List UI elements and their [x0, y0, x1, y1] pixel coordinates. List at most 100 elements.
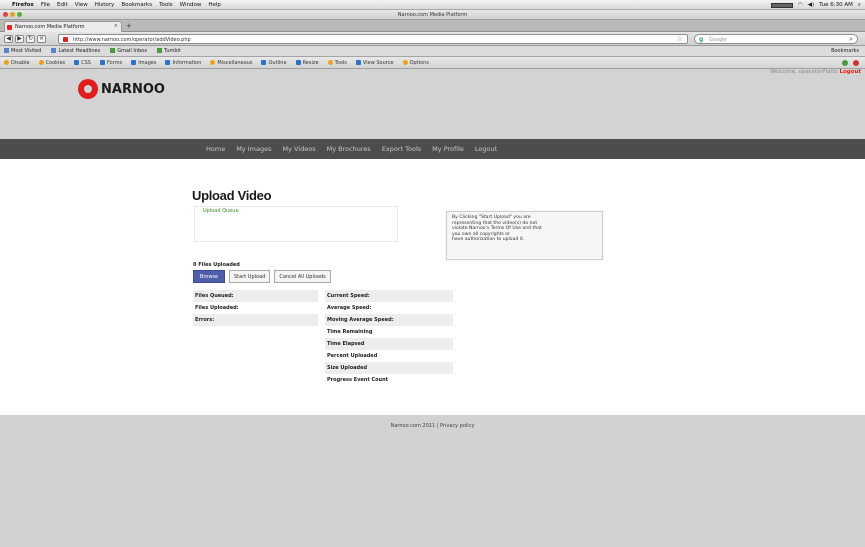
- window-titlebar: Narnoo.com Media Platform: [0, 10, 865, 20]
- stat-moving-average-speed: Moving Average Speed:: [325, 314, 453, 326]
- welcome-text: Welcome, operatorPlatts: [770, 69, 838, 75]
- status-error-icon[interactable]: [853, 59, 859, 66]
- bookmark-latest-headlines[interactable]: Latest Headlines: [51, 48, 100, 54]
- volume-icon[interactable]: ◀): [808, 2, 814, 8]
- window-title: Narnoo.com Media Platform: [397, 12, 468, 18]
- narnoo-logo[interactable]: NARNOO: [78, 79, 165, 99]
- footer-text: Narnoo.com 2011 | Privacy policy: [390, 423, 475, 429]
- favicon-icon: [7, 25, 12, 30]
- nav-my-videos[interactable]: My Videos: [282, 145, 315, 153]
- devtool-forms[interactable]: Forms: [100, 60, 122, 66]
- mac-menubar: Firefox File Edit View History Bookmarks…: [0, 0, 865, 10]
- devtool-css[interactable]: CSS: [74, 60, 91, 66]
- header-logout-link[interactable]: Logout: [839, 69, 861, 75]
- devtool-view-source[interactable]: View Source: [356, 60, 394, 66]
- cancel-all-uploads-button[interactable]: Cancel All Uploads: [274, 270, 331, 283]
- upload-stats-left: Files Queued: Files Uploaded: Errors:: [193, 290, 318, 326]
- bookmark-star-icon[interactable]: ☆: [677, 35, 683, 43]
- navigation-toolbar: ◀ ▶ ↻ × http://www.narnoo.com/operator/a…: [0, 32, 865, 46]
- site-header: NARNOO: [0, 69, 865, 139]
- upload-button-row: Browse Start Upload Cancel All Uploads: [193, 270, 331, 283]
- nav-my-brochures[interactable]: My Brochures: [327, 145, 371, 153]
- menu-edit[interactable]: Edit: [57, 2, 68, 8]
- bookmark-tumblr[interactable]: Tumblr: [157, 48, 181, 54]
- tab-strip: Narnoo.com Media Platform × +: [0, 20, 865, 32]
- browser-screenshot: Firefox File Edit View History Bookmarks…: [0, 0, 865, 547]
- upload-queue-panel: Upload Queue: [194, 206, 398, 242]
- menu-bookmarks[interactable]: Bookmarks: [121, 2, 152, 8]
- menu-file[interactable]: File: [41, 2, 50, 8]
- main-navigation: Home My Images My Videos My Brochures Ex…: [0, 139, 865, 159]
- bookmark-most-visited[interactable]: Most Visited: [4, 48, 41, 54]
- nav-export-tools[interactable]: Export Tools: [382, 145, 421, 153]
- menu-view[interactable]: View: [75, 2, 88, 8]
- battery-icon[interactable]: [770, 2, 793, 8]
- page-title: Upload Video: [192, 188, 272, 203]
- devtool-status: [842, 59, 859, 66]
- new-tab-icon[interactable]: +: [126, 22, 132, 30]
- terms-notice: By Clicking "Start Upload" you are repre…: [446, 211, 603, 260]
- stop-icon[interactable]: ×: [37, 35, 46, 43]
- tab-active[interactable]: Narnoo.com Media Platform ×: [4, 21, 122, 32]
- devtool-outline[interactable]: Outline: [261, 60, 286, 66]
- devtool-tools[interactable]: Tools: [328, 60, 347, 66]
- menu-history[interactable]: History: [95, 2, 115, 8]
- developer-toolbar: Disable Cookies CSS Forms Images Informa…: [0, 57, 865, 69]
- menu-help[interactable]: Help: [208, 2, 221, 8]
- files-uploaded-count: 0 Files Uploaded: [193, 262, 240, 268]
- devtool-information[interactable]: Information: [165, 60, 201, 66]
- menu-tools[interactable]: Tools: [159, 2, 173, 8]
- page-content: Upload Video Upload Queue By Clicking "S…: [0, 159, 865, 415]
- menu-firefox[interactable]: Firefox: [12, 2, 34, 8]
- menu-window[interactable]: Window: [180, 2, 202, 8]
- nav-my-images[interactable]: My Images: [236, 145, 271, 153]
- wifi-icon[interactable]: ◠: [798, 2, 803, 8]
- search-icon[interactable]: ⌕: [849, 35, 853, 44]
- bookmarks-menu-button[interactable]: Bookmarks: [831, 48, 859, 54]
- devtool-cookies[interactable]: Cookies: [39, 60, 66, 66]
- tab-label: Narnoo.com Media Platform: [15, 24, 85, 30]
- search-engine-icon[interactable]: g: [699, 36, 703, 43]
- stat-average-speed: Average Speed:: [327, 305, 372, 311]
- stat-size-uploaded: Size Uploaded: [325, 362, 453, 374]
- url-bar[interactable]: http://www.narnoo.com/operator/addVideo.…: [58, 34, 688, 44]
- narnoo-logo-icon: [78, 79, 98, 99]
- menubar-clock[interactable]: Tue 6:30 AM: [819, 2, 853, 8]
- upload-stats-right: Current Speed: Average Speed: Moving Ave…: [325, 290, 453, 386]
- stat-files-queued: Files Queued:: [193, 290, 318, 302]
- welcome-area: Welcome, operatorPlatts Logout: [770, 69, 861, 75]
- devtool-options[interactable]: Options: [403, 60, 429, 66]
- stat-errors: Errors:: [193, 314, 318, 326]
- site-identity-icon: [63, 37, 68, 42]
- stat-progress-event-count: Progress Event Count: [327, 377, 389, 383]
- menubar-status-area: ◠ ◀) Tue 6:30 AM ⌕: [770, 0, 861, 10]
- nav-logout[interactable]: Logout: [475, 145, 497, 153]
- search-input[interactable]: g Google ⌕: [694, 34, 858, 44]
- url-text: http://www.narnoo.com/operator/addVideo.…: [73, 37, 191, 43]
- back-icon[interactable]: ◀: [4, 35, 13, 43]
- nav-my-profile[interactable]: My Profile: [432, 145, 464, 153]
- upload-queue-label: Upload Queue: [203, 208, 239, 214]
- status-ok-icon[interactable]: [842, 59, 848, 66]
- devtool-disable[interactable]: Disable: [4, 60, 30, 66]
- devtool-resize[interactable]: Resize: [296, 60, 319, 66]
- devtool-miscellaneous[interactable]: Miscellaneous: [210, 60, 252, 66]
- stat-time-elapsed: Time Elapsed: [325, 338, 453, 350]
- browse-button[interactable]: Browse: [193, 270, 225, 283]
- logo-wordmark: NARNOO: [101, 81, 165, 97]
- reload-icon[interactable]: ↻: [26, 35, 35, 43]
- notice-line: have authorization to upload it.: [452, 237, 525, 243]
- search-placeholder: Google: [709, 37, 727, 43]
- spotlight-icon[interactable]: ⌕: [858, 2, 861, 9]
- site-footer: Narnoo.com 2011 | Privacy policy: [0, 415, 865, 547]
- devtool-images[interactable]: Images: [131, 60, 156, 66]
- stat-current-speed: Current Speed:: [325, 290, 453, 302]
- start-upload-button[interactable]: Start Upload: [229, 270, 271, 283]
- forward-icon[interactable]: ▶: [15, 35, 24, 43]
- nav-home[interactable]: Home: [206, 145, 225, 153]
- stat-percent-uploaded: Percent Uploaded: [327, 353, 378, 359]
- close-tab-icon[interactable]: ×: [114, 23, 118, 29]
- stat-files-uploaded: Files Uploaded:: [195, 305, 239, 311]
- stat-time-remaining: Time Remaining: [327, 329, 373, 335]
- bookmark-gmail[interactable]: Gmail Inbox: [110, 48, 147, 54]
